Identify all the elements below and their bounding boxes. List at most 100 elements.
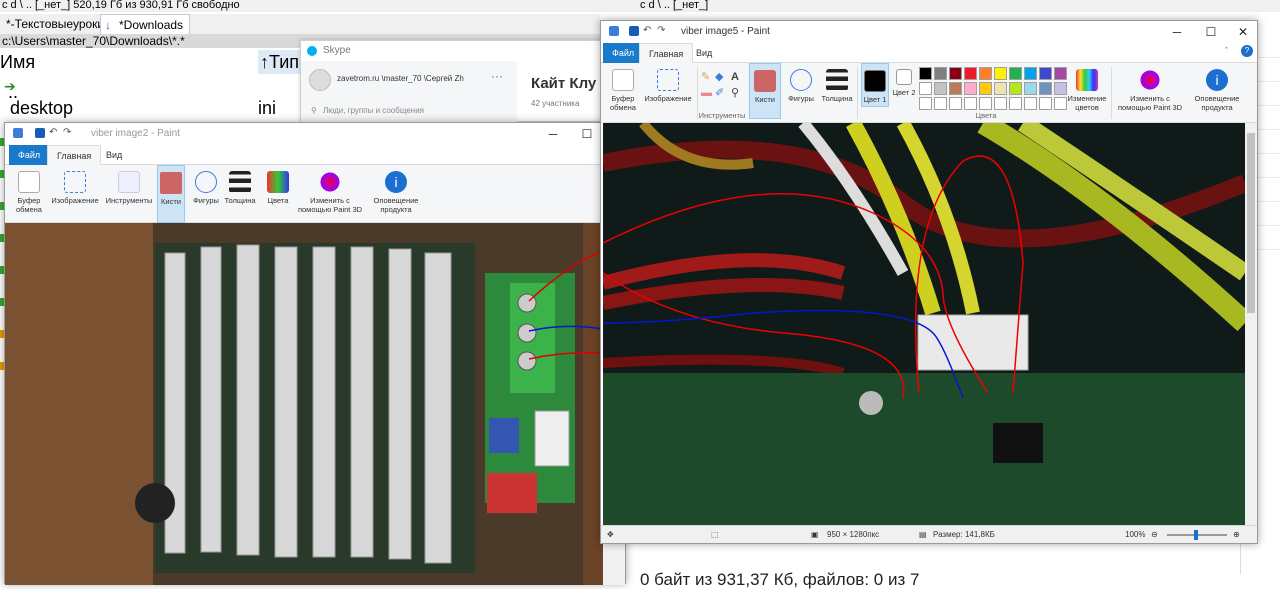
color1-button[interactable]: Цвет 1 (861, 63, 889, 107)
color-swatch[interactable] (934, 82, 947, 95)
file-manager-status: 0 байт из 931,37 Кб, файлов: 0 из 7 (640, 570, 920, 589)
edit-colors-group[interactable]: Изменение цветов (1067, 63, 1107, 112)
product-alert-group[interactable]: i Оповещение продукта (1189, 63, 1245, 112)
text-icon[interactable]: A (731, 69, 739, 85)
paint-window-left[interactable]: ↶ ↷ viber image2 - Paint ─ ☐ ✕ Файл Глав… (4, 122, 626, 585)
tab-home[interactable]: Главная (639, 43, 694, 63)
skype-window[interactable]: Skype zavetrom.ru \master_70 \Сергей Zh … (300, 40, 620, 123)
search-input[interactable]: ⚲ Люди, группы и сообщения (309, 103, 509, 119)
color-swatch[interactable] (949, 97, 962, 110)
product-alert-group[interactable]: i Оповещение продукта (369, 165, 423, 214)
zoom-in-button[interactable]: ⊕ (1233, 526, 1240, 544)
collapse-ribbon-icon[interactable]: ˆ (1225, 46, 1228, 56)
tab-view[interactable]: Вид (687, 43, 721, 63)
avatar[interactable] (309, 69, 331, 91)
magnifier-icon[interactable]: ⚲ (731, 85, 739, 101)
window-title: viber image5 - Paint (681, 26, 770, 37)
zoom-slider-thumb[interactable] (1194, 530, 1198, 540)
image-canvas[interactable] (603, 123, 1245, 525)
color-swatch[interactable] (919, 82, 932, 95)
column-name-header[interactable]: Имя (0, 50, 35, 74)
chat-members[interactable]: 42 участника (531, 99, 579, 108)
color-swatch[interactable] (979, 67, 992, 80)
ribbon: Буфер обмена Изображение Инструменты Кис… (5, 165, 625, 223)
image-group[interactable]: Изображение (641, 63, 695, 103)
color-swatch[interactable] (979, 82, 992, 95)
color-swatch[interactable] (994, 82, 1007, 95)
color-swatch[interactable] (949, 82, 962, 95)
undo-icon[interactable]: ↶ (49, 128, 59, 138)
color-swatch[interactable] (994, 97, 1007, 110)
color2-button[interactable]: Цвет 2 (891, 63, 917, 97)
tab-file[interactable]: Файл (603, 43, 644, 63)
save-icon[interactable] (35, 128, 45, 138)
drive-bar-right[interactable]: c d \ .. [_нет_] (640, 0, 708, 11)
color-swatch[interactable] (1039, 97, 1052, 110)
paint3d-group[interactable]: Изменить с помощью Paint 3D (295, 165, 365, 214)
color-swatch[interactable] (1054, 97, 1067, 110)
color-swatch[interactable] (919, 97, 932, 110)
colors-group[interactable]: Цвета (263, 165, 293, 205)
vertical-scrollbar[interactable] (1245, 123, 1257, 525)
eraser-icon[interactable]: ▬ (701, 85, 712, 101)
pencil-icon[interactable]: ✎ (701, 69, 710, 85)
picker-icon[interactable]: ✐ (715, 85, 724, 101)
color-swatch[interactable] (919, 67, 932, 80)
maximize-button[interactable]: ☐ (1195, 21, 1227, 43)
more-icon[interactable]: ··· (491, 69, 503, 83)
column-type-header[interactable]: ↑Тип (258, 50, 300, 74)
column-type-label: Тип (269, 52, 300, 72)
image-canvas[interactable] (5, 223, 603, 585)
color-swatch[interactable] (1024, 82, 1037, 95)
color-swatch[interactable] (949, 67, 962, 80)
save-icon[interactable] (629, 26, 639, 36)
color-swatch[interactable] (1009, 82, 1022, 95)
color-swatch[interactable] (1024, 97, 1037, 110)
zoom-out-button[interactable]: ⊖ (1151, 526, 1158, 544)
color-swatch[interactable] (994, 67, 1007, 80)
help-icon[interactable]: ? (1241, 45, 1253, 57)
tab-downloads[interactable]: ↓ *Downloads (100, 14, 191, 34)
tools-group[interactable]: Инструменты (103, 165, 155, 205)
color-swatch[interactable] (964, 82, 977, 95)
tab-text-lessons[interactable]: *-Текстовыеуроки- (0, 14, 114, 34)
redo-icon[interactable]: ↷ (63, 128, 73, 138)
skype-user[interactable]: zavetrom.ru \master_70 \Сергей Zh (337, 74, 464, 83)
clipboard-group[interactable]: Буфер обмена (605, 63, 641, 112)
tab-view[interactable]: Вид (97, 145, 131, 165)
color-swatch[interactable] (1039, 82, 1052, 95)
tab-file[interactable]: Файл (9, 145, 50, 165)
undo-icon[interactable]: ↶ (643, 26, 653, 36)
color-swatch[interactable] (1039, 67, 1052, 80)
chat-title[interactable]: Кайт Клу (531, 75, 596, 92)
brushes-group[interactable]: Кисти (749, 63, 781, 119)
clipboard-group[interactable]: Буфер обмена (9, 165, 49, 214)
close-button[interactable]: ✕ (1227, 21, 1259, 43)
maximize-button[interactable]: ☐ (571, 123, 603, 145)
minimize-button[interactable]: ─ (1161, 21, 1193, 43)
color-swatch[interactable] (1009, 67, 1022, 80)
color-swatch[interactable] (1054, 67, 1067, 80)
drive-bar-left[interactable]: c d \ .. [_нет_] 520,19 Гб из 930,91 Гб … (2, 0, 240, 11)
color-swatch[interactable] (1009, 97, 1022, 110)
color-swatch[interactable] (1024, 67, 1037, 80)
minimize-button[interactable]: ─ (537, 123, 569, 145)
color-swatch[interactable] (934, 67, 947, 80)
color-swatch[interactable] (1054, 82, 1067, 95)
scroll-thumb[interactable] (1247, 133, 1255, 313)
color-swatch[interactable] (964, 67, 977, 80)
paint-window-right[interactable]: ↶ ↷ viber image5 - Paint ─ ☐ ✕ Файл Глав… (600, 20, 1258, 544)
image-group[interactable]: Изображение (49, 165, 101, 205)
color-swatch[interactable] (934, 97, 947, 110)
fill-icon[interactable]: ◆ (715, 69, 723, 85)
brushes-group[interactable]: Кисти (157, 165, 185, 223)
shapes-group[interactable]: Фигуры (785, 63, 817, 103)
redo-icon[interactable]: ↷ (657, 26, 667, 36)
size-group[interactable]: Толщина (819, 63, 855, 103)
size-group[interactable]: Толщина (223, 165, 257, 205)
color-swatch[interactable] (979, 97, 992, 110)
color-swatch[interactable] (964, 97, 977, 110)
shapes-group[interactable]: Фигуры (191, 165, 221, 205)
tab-home[interactable]: Главная (47, 145, 102, 165)
paint3d-group[interactable]: Изменить с помощью Paint 3D (1113, 63, 1187, 112)
